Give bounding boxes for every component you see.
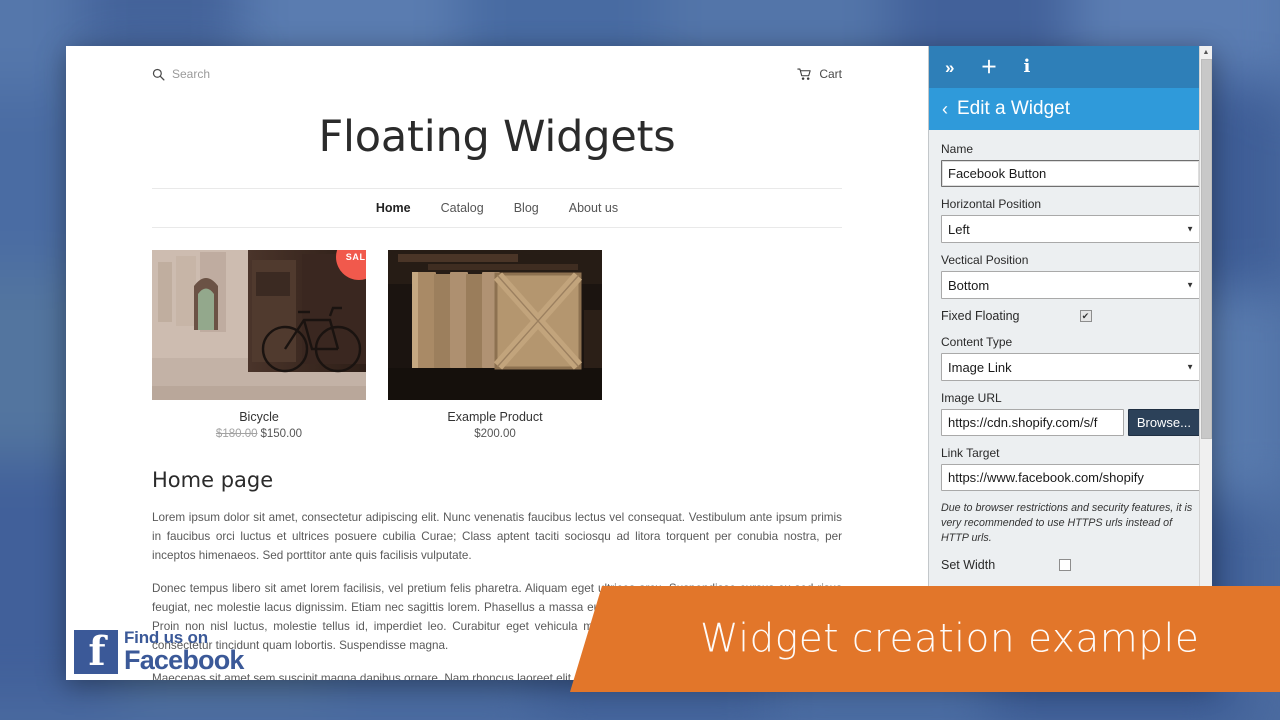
section-heading: Home page xyxy=(152,468,274,492)
facebook-icon: f xyxy=(74,629,118,674)
nav-item-catalog[interactable]: Catalog xyxy=(441,201,484,215)
vertical-position-select[interactable]: Bottom xyxy=(941,271,1200,299)
search-input[interactable]: Search xyxy=(152,67,210,81)
storefront-preview: Search Cart Floating Widgets Home Catalo… xyxy=(66,46,928,680)
info-icon[interactable]: i xyxy=(1023,58,1030,76)
caption-banner: Widget creation example xyxy=(570,586,1280,692)
section-paragraph-1: Lorem ipsum dolor sit amet, consectetur … xyxy=(152,511,842,562)
page-title: Floating Widgets xyxy=(318,112,676,162)
panel-scrollbar[interactable]: ▲ ▼ xyxy=(1199,46,1212,680)
field-image-url: Image URL Browse... xyxy=(941,391,1200,436)
collapse-panel-icon[interactable]: » xyxy=(945,59,954,76)
storefront-topbar: Search Cart xyxy=(66,52,928,96)
facebook-line-1: Find us on xyxy=(124,628,208,647)
nav-item-blog[interactable]: Blog xyxy=(514,201,539,215)
product-image-example[interactable] xyxy=(388,250,602,400)
field-horizontal-position: Horizontal Position Left ▼ xyxy=(941,197,1200,243)
product-image-bicycle[interactable]: SALE xyxy=(152,250,366,400)
add-widget-icon[interactable]: ＋ xyxy=(980,59,997,76)
storefront-nav: Home Catalog Blog About us xyxy=(152,188,842,228)
cart-icon xyxy=(797,68,812,81)
product-card[interactable]: SALE Bicycle $180.00$150.00 xyxy=(152,250,366,440)
facebook-widget-text: Find us on Facebook xyxy=(124,629,244,674)
facebook-floating-widget[interactable]: f Find us on Facebook xyxy=(74,629,244,674)
editor-header: ‹ Edit a Widget xyxy=(929,88,1212,130)
set-width-checkbox[interactable] xyxy=(1059,559,1072,571)
field-set-width: Set Width xyxy=(941,558,1200,572)
https-recommendation-note: Due to browser restrictions and security… xyxy=(941,502,1193,544)
field-vertical-position: Vectical Position Bottom ▼ xyxy=(941,253,1200,299)
name-input[interactable] xyxy=(941,160,1200,187)
browser-window: Search Cart Floating Widgets Home Catalo… xyxy=(66,46,1212,680)
chevron-down-icon: ▼ xyxy=(1186,224,1194,234)
product-sale-price: $150.00 xyxy=(260,428,303,440)
product-original-price: $180.00 xyxy=(215,428,258,440)
product-card[interactable]: Example Product $200.00 xyxy=(388,250,602,440)
product-price: $180.00 $150.00 xyxy=(152,428,366,440)
caption-text: Widget creation example xyxy=(700,616,1200,662)
name-label: Name xyxy=(941,142,974,156)
search-placeholder-text: Search xyxy=(172,67,211,81)
scroll-up-arrow-icon[interactable]: ▲ xyxy=(1200,46,1212,59)
editor-title: Edit a Widget xyxy=(957,98,1070,119)
link-target-input[interactable] xyxy=(941,464,1200,491)
product-name: Example Product xyxy=(447,410,543,424)
chevron-down-icon: ▼ xyxy=(1186,362,1194,372)
widget-editor-panel: » ＋ i ‹ Edit a Widget Name Horizontal Po… xyxy=(928,46,1212,680)
horizontal-position-select[interactable]: Left xyxy=(941,215,1200,243)
set-width-label: Set Width xyxy=(941,558,996,572)
fixed-floating-checkbox[interactable]: ✔ xyxy=(1079,310,1092,322)
cart-button[interactable]: Cart xyxy=(797,67,842,81)
image-url-label: Image URL xyxy=(941,391,1002,405)
browse-button[interactable]: Browse... xyxy=(1127,409,1200,436)
nav-item-about-us[interactable]: About us xyxy=(569,201,618,215)
fixed-floating-label: Fixed Floating xyxy=(941,309,1020,323)
field-fixed-floating: Fixed Floating ✔ xyxy=(941,309,1200,323)
admin-toolbar: » ＋ i xyxy=(929,46,1212,88)
facebook-line-2: Facebook xyxy=(124,645,244,675)
content-type-select[interactable]: Image Link xyxy=(941,353,1200,381)
field-name: Name xyxy=(941,142,1200,187)
horizontal-position-label: Horizontal Position xyxy=(941,197,1042,211)
product-name: Bicycle xyxy=(239,410,279,424)
image-url-input[interactable] xyxy=(941,409,1124,436)
back-chevron-icon[interactable]: ‹ xyxy=(942,100,948,118)
vertical-position-label: Vectical Position xyxy=(941,253,1029,267)
field-link-target: Link Target xyxy=(941,446,1200,491)
product-grid: SALE Bicycle $180.00$150.00 xyxy=(66,228,928,440)
field-content-type: Content Type Image Link ▼ xyxy=(941,335,1200,381)
search-icon xyxy=(152,68,165,81)
link-target-label: Link Target xyxy=(941,446,1000,460)
cart-label: Cart xyxy=(819,67,842,81)
product-price: $200.00 xyxy=(474,428,516,440)
nav-item-home[interactable]: Home xyxy=(376,201,411,215)
scrollbar-thumb[interactable] xyxy=(1201,59,1212,439)
content-type-label: Content Type xyxy=(941,335,1013,349)
chevron-down-icon: ▼ xyxy=(1186,280,1194,290)
